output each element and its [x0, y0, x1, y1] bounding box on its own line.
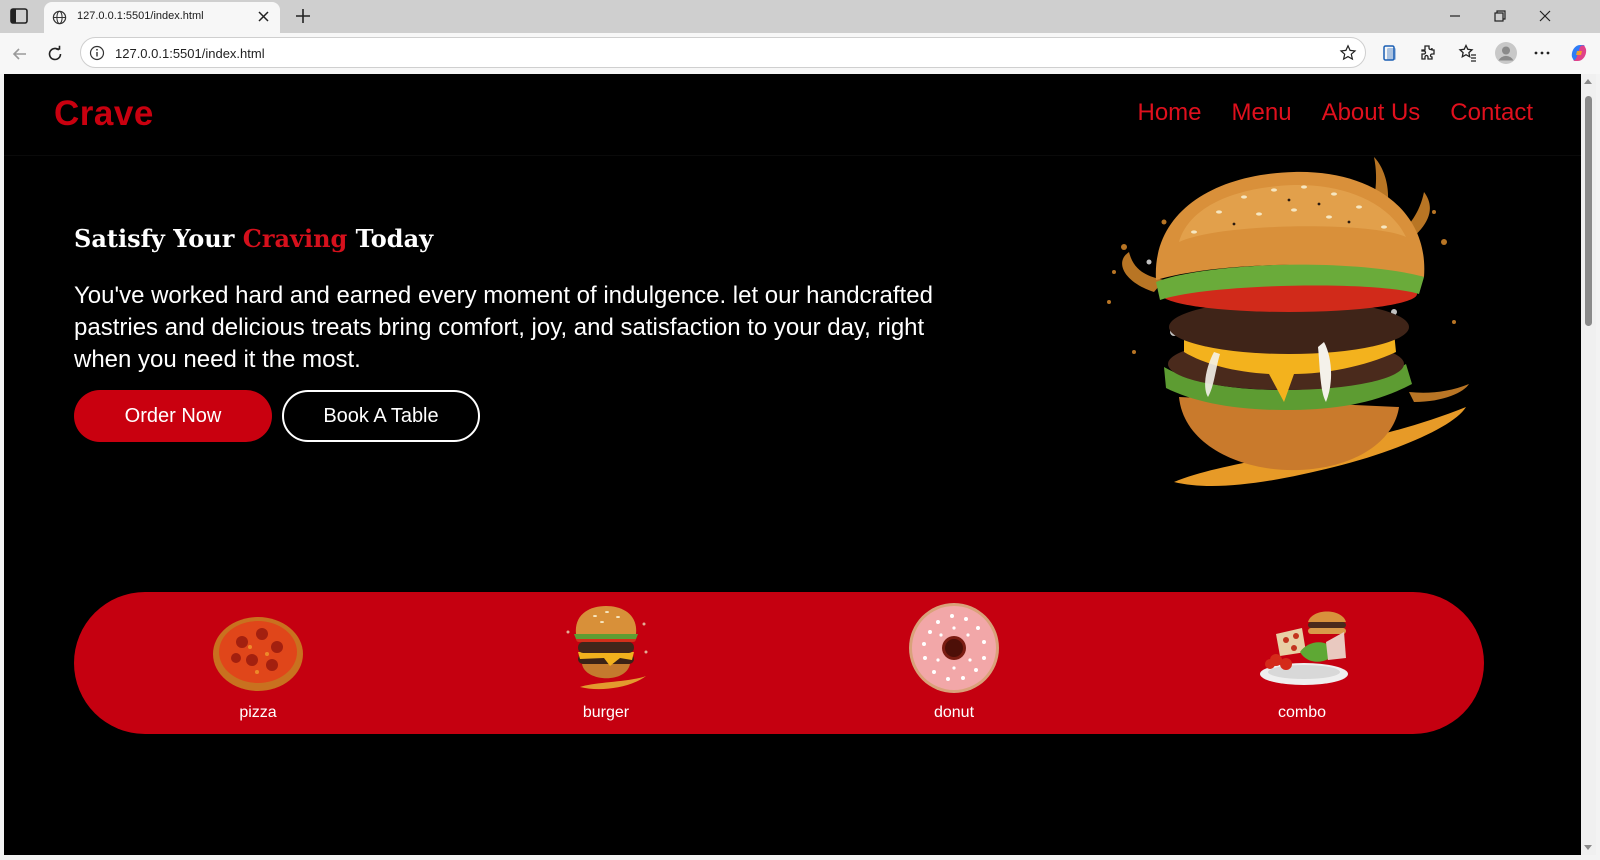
- category-donut[interactable]: donut: [884, 602, 1024, 728]
- hero-title-end: Today: [347, 224, 434, 253]
- pizza-icon: [213, 617, 303, 691]
- extensions-icon[interactable]: [1418, 43, 1438, 63]
- category-burger-label: burger: [582, 704, 630, 721]
- hero-description: You've worked hard and earned every mome…: [74, 282, 933, 373]
- category-combo[interactable]: combo: [1232, 602, 1372, 728]
- site-logo[interactable]: Crave: [54, 94, 154, 134]
- nav-home-link[interactable]: Home: [1137, 99, 1201, 127]
- combo-plate-icon: [1260, 611, 1348, 685]
- globe-icon: [52, 10, 67, 25]
- main-nav: Home Menu About Us Contact: [1137, 99, 1533, 127]
- favorites-icon[interactable]: [1458, 43, 1478, 63]
- category-burger[interactable]: burger: [536, 602, 676, 728]
- back-icon[interactable]: [10, 44, 30, 64]
- book-table-button[interactable]: Book A Table: [282, 390, 480, 442]
- burger-icon: [566, 606, 648, 690]
- url-text: 127.0.0.1:5501/index.html: [115, 46, 265, 61]
- burger-splash-image: [1107, 157, 1469, 487]
- favorite-star-icon[interactable]: [1339, 44, 1357, 62]
- close-tab-icon[interactable]: [257, 10, 270, 23]
- profile-avatar-icon[interactable]: [1494, 41, 1518, 65]
- copilot-icon[interactable]: [1568, 42, 1590, 64]
- restore-icon[interactable]: [1493, 9, 1507, 23]
- browser-tab-strip: 127.0.0.1:5501/index.html: [0, 0, 1600, 33]
- donut-icon: [909, 603, 999, 693]
- hero-title-start: Satisfy Your: [74, 224, 243, 253]
- site-header: Crave Home Menu About Us Contact: [4, 74, 1581, 156]
- page-viewport: Crave Home Menu About Us Contact Satisfy…: [4, 74, 1581, 855]
- category-bar: pizza burger donut combo: [74, 592, 1484, 734]
- minimize-icon[interactable]: [1448, 9, 1462, 23]
- close-window-icon[interactable]: [1538, 9, 1552, 23]
- hero-title: Satisfy Your Craving Today: [74, 224, 433, 253]
- nav-contact-link[interactable]: Contact: [1450, 99, 1533, 127]
- category-pizza[interactable]: pizza: [188, 602, 328, 728]
- category-donut-label: donut: [933, 704, 975, 721]
- scrollbar-thumb[interactable]: [1585, 96, 1592, 326]
- reading-view-icon[interactable]: [1380, 43, 1400, 63]
- category-combo-label: combo: [1277, 704, 1327, 721]
- scroll-down-arrow-icon[interactable]: [1584, 845, 1592, 850]
- category-pizza-label: pizza: [239, 704, 277, 721]
- page-scrollbar[interactable]: [1581, 74, 1596, 855]
- browser-tab[interactable]: 127.0.0.1:5501/index.html: [44, 2, 280, 33]
- address-bar[interactable]: 127.0.0.1:5501/index.html: [80, 37, 1366, 68]
- more-options-icon[interactable]: [1532, 43, 1552, 63]
- new-tab-icon[interactable]: [294, 7, 312, 25]
- site-info-icon[interactable]: [89, 45, 105, 61]
- order-now-button[interactable]: Order Now: [74, 390, 272, 442]
- scroll-up-arrow-icon[interactable]: [1584, 79, 1592, 84]
- nav-menu-link[interactable]: Menu: [1232, 99, 1292, 127]
- tab-title: 127.0.0.1:5501/index.html: [77, 10, 204, 22]
- address-toolbar: 127.0.0.1:5501/index.html: [0, 33, 1600, 74]
- tab-actions-icon[interactable]: [10, 8, 28, 24]
- nav-about-link[interactable]: About Us: [1322, 99, 1421, 127]
- reload-icon[interactable]: [45, 44, 65, 64]
- hero-title-accent: Craving: [242, 224, 348, 253]
